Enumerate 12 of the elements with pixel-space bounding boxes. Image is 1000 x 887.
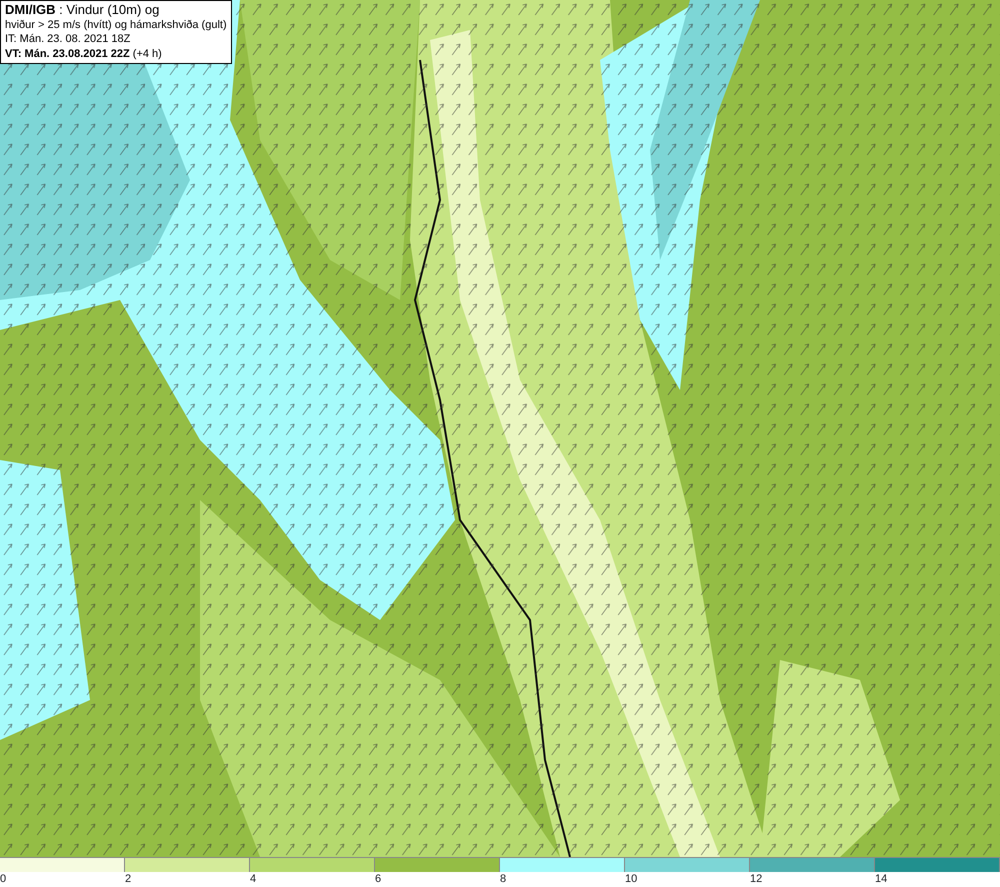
map-caption-line: VT: Mán. 23.08.2021 22Z (+4 h) bbox=[5, 46, 163, 61]
legend-tick-label: 2 bbox=[125, 872, 132, 886]
legend-tick-label: 12 bbox=[750, 872, 762, 886]
legend-tick-label: 8 bbox=[500, 872, 506, 886]
map-caption-line: hviður > 25 m/s (hvítt) og hámarkshviða (gult) bbox=[5, 18, 227, 32]
legend-tick-label: 0 bbox=[0, 872, 6, 886]
legend-tick-label: 4 bbox=[250, 872, 256, 886]
legend-tick-label: 6 bbox=[375, 872, 382, 886]
map-caption-line: IT: Mán. 23. 08. 2021 18Z bbox=[5, 32, 132, 46]
legend-tick-label: 14 bbox=[875, 872, 888, 886]
legend-tick-label: 10 bbox=[625, 872, 638, 886]
map-caption-line: DMI/IGB : Vindur (10m) og bbox=[5, 3, 160, 18]
